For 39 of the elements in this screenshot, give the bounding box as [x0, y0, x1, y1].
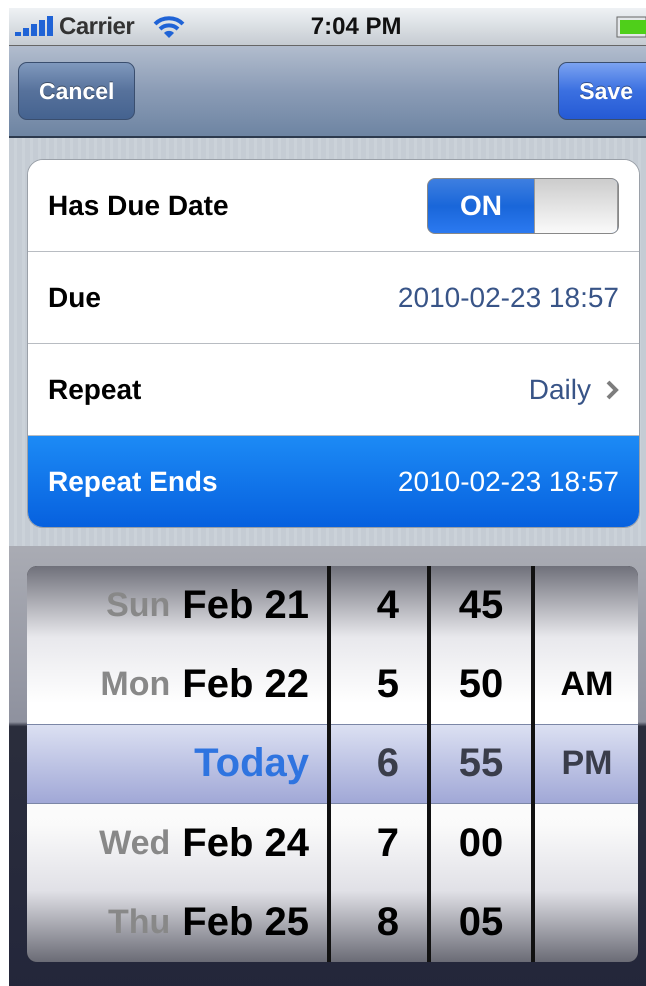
- picker-item[interactable]: 4: [376, 583, 399, 628]
- weekday-label: Mon: [100, 665, 170, 704]
- weekday-label: Sun: [106, 586, 170, 626]
- row-value: 2010-02-23 18:57: [398, 282, 619, 314]
- wifi-icon: [152, 14, 186, 38]
- row-label: Repeat Ends: [48, 466, 218, 498]
- picker-item[interactable]: 6: [376, 741, 399, 786]
- weekday-label: Thu: [108, 902, 170, 942]
- picker-item[interactable]: 50: [458, 662, 504, 708]
- picker-item[interactable]: 45: [458, 583, 504, 628]
- signal-icon: [15, 16, 53, 38]
- picker-item[interactable]: Feb 24: [182, 820, 309, 866]
- picker-item[interactable]: Feb 25: [182, 900, 309, 945]
- picker-wheel[interactable]: Sun Feb 21 Mon Feb 22 Today Wed Feb 24 Thu Feb 25: [27, 566, 327, 962]
- row-label: Due: [48, 282, 101, 314]
- picker-item[interactable]: 7: [376, 820, 399, 866]
- picker-item[interactable]: AM: [560, 665, 614, 704]
- row-label: Has Due Date: [48, 190, 229, 222]
- carrier-name: Carrier: [59, 12, 134, 40]
- clock-time: 7:04 PM: [310, 12, 402, 40]
- save-button[interactable]: Save: [558, 62, 646, 120]
- weekday-label: Wed: [99, 824, 170, 863]
- picker-wheel[interactable]: 4 5 6 7 8: [331, 566, 427, 962]
- picker-item[interactable]: Feb 22: [182, 662, 309, 708]
- cancel-button[interactable]: Cancel: [18, 62, 136, 120]
- picker-item[interactable]: Feb 21: [182, 583, 309, 628]
- picker-wheel[interactable]: 45 50 55 00 05: [431, 566, 531, 962]
- picker-item[interactable]: 05: [458, 900, 504, 945]
- row-label: Repeat: [48, 374, 142, 406]
- switch-text: ON: [459, 188, 503, 222]
- row-value: Daily: [528, 374, 591, 406]
- picker-item[interactable]: 5: [376, 662, 399, 708]
- toggle-switch[interactable]: ON: [427, 178, 619, 234]
- picker-item[interactable]: 8: [376, 900, 399, 945]
- chevron-icon: [605, 378, 619, 400]
- table-row[interactable]: Repeat Ends 2010-02-23 18:57: [28, 435, 639, 527]
- picker-item[interactable]: 00: [458, 820, 504, 866]
- row-value: 2010-02-23 18:57: [398, 466, 619, 498]
- picker-wheel[interactable]: AM PM: [535, 566, 638, 962]
